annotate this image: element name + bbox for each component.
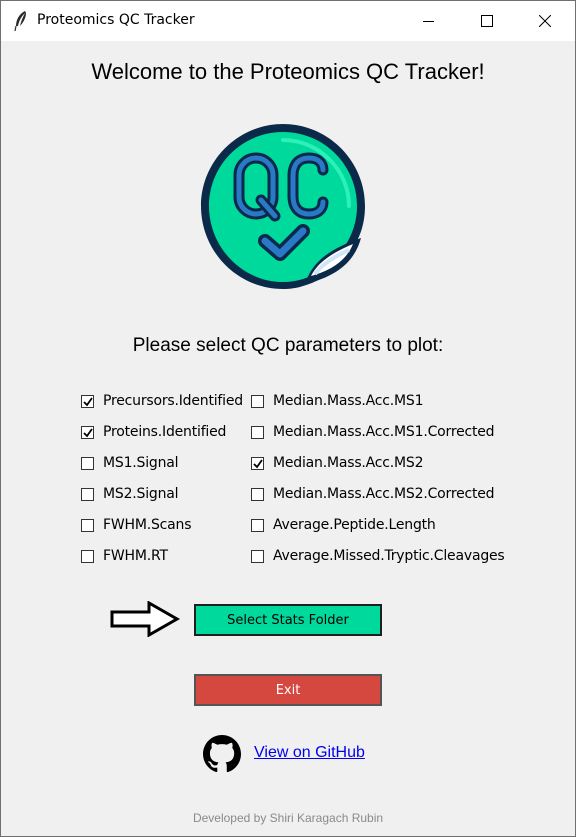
qc-sticker-checkmark-icon [201,124,365,289]
checkbox-box[interactable] [81,549,94,563]
right-arrow-icon [110,601,181,637]
feather-icon [14,11,26,32]
checkbox-average-peptide-length[interactable]: Average.Peptide.Length [251,515,436,535]
checkbox-median-mass-acc-ms2-corrected[interactable]: Median.Mass.Acc.MS2.Corrected [251,484,495,504]
checkbox-box[interactable] [81,518,94,532]
checkbox-median-mass-acc-ms2[interactable]: Median.Mass.Acc.MS2 [251,453,424,473]
checkbox-box[interactable] [81,487,94,501]
checkbox-label: Median.Mass.Acc.MS2.Corrected [273,486,495,502]
checkbox-label: MS2.Signal [103,486,179,502]
minimize-icon [423,21,434,22]
window-title: Proteomics QC Tracker [37,12,195,28]
app-window: Proteomics QC Tracker Welcome to the Pro… [0,0,576,837]
checkbox-ms2-signal[interactable]: MS2.Signal [81,484,179,504]
checkbox-proteins-identified[interactable]: Proteins.Identified [81,422,226,442]
checkbox-box[interactable] [81,425,94,439]
checkmark-icon [253,458,263,468]
checkbox-precursors-identified[interactable]: Precursors.Identified [81,391,243,411]
checkbox-label: Median.Mass.Acc.MS1.Corrected [273,424,495,440]
checkbox-label: Average.Missed.Tryptic.Cleavages [273,548,505,564]
checkbox-box[interactable] [251,425,264,439]
checkbox-box[interactable] [81,456,94,470]
checkbox-box[interactable] [81,394,94,408]
checkbox-fwhm-rt[interactable]: FWHM.RT [81,546,168,566]
checkbox-label: Precursors.Identified [103,393,243,409]
checkbox-label: Median.Mass.Acc.MS2 [273,455,424,471]
title-bar[interactable]: Proteomics QC Tracker [1,1,575,41]
checkbox-box[interactable] [251,394,264,408]
checkbox-box[interactable] [251,518,264,532]
exit-button[interactable]: Exit [194,674,382,706]
github-icon[interactable] [203,735,241,773]
select-stats-folder-button[interactable]: Select Stats Folder [194,604,382,636]
github-link[interactable]: View on GitHub [254,744,365,762]
checkmark-icon [83,427,93,437]
checkbox-median-mass-acc-ms1[interactable]: Median.Mass.Acc.MS1 [251,391,424,411]
close-icon [539,15,551,27]
minimize-button[interactable] [400,1,458,41]
welcome-heading: Welcome to the Proteomics QC Tracker! [91,59,485,84]
developer-credit: Developed by Shiri Karagach Rubin [192,811,384,825]
parameters-prompt: Please select QC parameters to plot: [132,335,444,356]
checkbox-label: MS1.Signal [103,455,179,471]
checkbox-label: FWHM.Scans [103,517,192,533]
checkbox-label: Proteins.Identified [103,424,227,440]
checkbox-average-missed-tryptic-cleavages[interactable]: Average.Missed.Tryptic.Cleavages [251,546,505,566]
checkmark-icon [83,396,93,406]
checkbox-label: Average.Peptide.Length [273,517,436,533]
checkbox-median-mass-acc-ms1-corrected[interactable]: Median.Mass.Acc.MS1.Corrected [251,422,495,442]
maximize-icon [481,15,493,27]
close-button[interactable] [516,1,574,41]
checkbox-label: FWHM.RT [103,548,168,564]
maximize-button[interactable] [458,1,516,41]
checkbox-label: Median.Mass.Acc.MS1 [273,393,424,409]
checkbox-ms1-signal[interactable]: MS1.Signal [81,453,179,473]
checkbox-box[interactable] [251,456,264,470]
checkbox-box[interactable] [251,487,264,501]
checkbox-box[interactable] [251,549,264,563]
checkbox-fwhm-scans[interactable]: FWHM.Scans [81,515,191,535]
